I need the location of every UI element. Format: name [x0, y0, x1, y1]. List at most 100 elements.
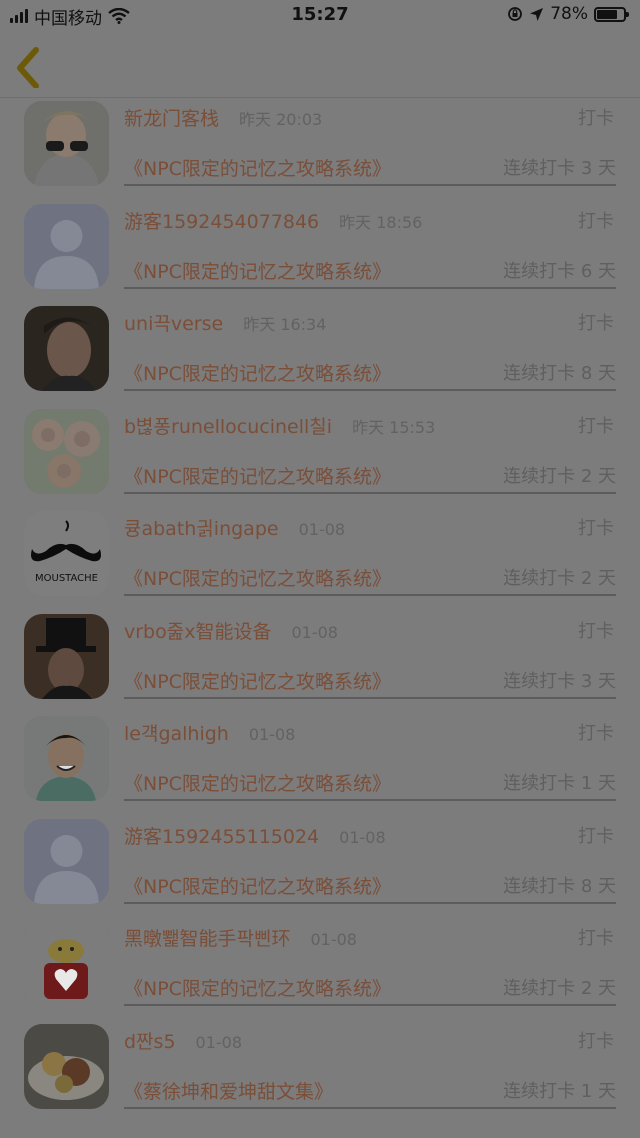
checkin-button[interactable]: 打卡 — [578, 719, 614, 745]
name-line: 黑暾뾅智能手팍삔环 01-08 — [124, 924, 357, 950]
checkin-time: 01-08 — [195, 1032, 243, 1052]
book-title[interactable]: 《蔡徐坤和爱坤甜文集》 — [124, 1077, 333, 1104]
checkin-button[interactable]: 打卡 — [578, 309, 614, 335]
avatar[interactable] — [24, 408, 109, 494]
list-item[interactable]: 游客1592454077846 昨天 18:56 打卡 《NPC限定的记忆之攻略… — [0, 201, 640, 304]
user-name[interactable]: b볂퐁runellocucinell칠i — [124, 412, 332, 439]
avatar[interactable] — [24, 716, 109, 801]
checkin-time: 昨天 15:53 — [352, 417, 436, 437]
checkin-time: 01-08 — [339, 827, 386, 847]
user-name[interactable]: 黑暾뾅智能手팍삔环 — [124, 924, 290, 951]
list-item[interactable]: MOUSTACHE 큥abath긝ingape 01-08 打卡 《NPC限定的… — [0, 508, 640, 611]
book-title[interactable]: 《NPC限定的记忆之攻略系统》 — [124, 872, 391, 899]
checkin-time: 昨天 16:34 — [243, 315, 327, 334]
user-name[interactable]: 游客1592455115024 — [124, 822, 319, 849]
name-line: vrbo줊x智能设备 01-08 — [124, 617, 338, 643]
avatar[interactable] — [24, 818, 109, 904]
checkin-time: 01-08 — [248, 725, 296, 744]
checkin-button[interactable]: 打卡 — [578, 514, 614, 540]
checkin-button[interactable]: 打卡 — [578, 207, 614, 233]
name-line: 新龙门客栈 昨天 20:03 — [124, 104, 322, 130]
book-title[interactable]: 《NPC限定的记忆之攻略系统》 — [124, 564, 391, 591]
checkin-time: 01-08 — [310, 930, 357, 949]
book-title[interactable]: 《NPC限定的记忆之攻略系统》 — [124, 154, 391, 181]
user-name[interactable]: vrbo줊x智能设备 — [124, 617, 271, 644]
user-name[interactable]: uni끅verse — [124, 309, 223, 336]
status-bar: 中国移动 15:27 78% — [0, 0, 640, 32]
orientation-lock-icon — [508, 7, 523, 21]
list-item[interactable]: 黑暾뾅智能手팍삔环 01-08 打卡 《NPC限定的记忆之攻略系统》 连续打卡 … — [0, 918, 640, 1021]
book-line: 《NPC限定的记忆之攻略系统》 连续打卡 8 天 — [124, 359, 616, 391]
book-line: 《NPC限定的记忆之攻略系统》 连续打卡 3 天 — [124, 154, 616, 186]
streak-count: 连续打卡 8 天 — [503, 875, 616, 897]
status-right: 78% — [507, 4, 630, 24]
book-line: 《蔡徐坤和爱坤甜文集》 连续打卡 1 天 — [124, 1077, 616, 1109]
streak-count: 连续打卡 6 天 — [503, 260, 616, 282]
checkin-time: 昨天 20:03 — [239, 110, 323, 129]
user-name[interactable]: le걕galhigh — [124, 719, 229, 746]
streak-count: 连续打卡 8 天 — [503, 363, 616, 384]
checkin-list: 新龙门客栈 昨天 20:03 打卡 《NPC限定的记忆之攻略系统》 连续打卡 3… — [0, 98, 640, 1123]
name-line: 游客1592454077846 昨天 18:56 — [124, 207, 422, 233]
book-title[interactable]: 《NPC限定的记忆之攻略系统》 — [124, 257, 391, 284]
name-line: b볂퐁runellocucinell칠i 昨天 15:53 — [124, 412, 435, 438]
navigation-bar — [0, 32, 640, 98]
checkin-button[interactable]: 打卡 — [578, 617, 614, 643]
streak-count: 连续打卡 2 天 — [503, 978, 616, 999]
checkin-button[interactable]: 打卡 — [578, 924, 614, 950]
avatar[interactable] — [24, 1023, 109, 1109]
avatar[interactable] — [24, 921, 109, 1006]
name-line: d짠s5 01-08 — [124, 1027, 242, 1053]
book-title[interactable]: 《NPC限定的记忆之攻略系统》 — [124, 462, 391, 489]
name-line: uni끅verse 昨天 16:34 — [124, 309, 326, 335]
battery-fill — [597, 9, 618, 19]
checkin-time: 昨天 18:56 — [339, 212, 423, 232]
checkin-button[interactable]: 打卡 — [578, 104, 614, 130]
book-title[interactable]: 《NPC限定的记忆之攻略系统》 — [124, 667, 391, 694]
list-item[interactable]: vrbo줊x智能设备 01-08 打卡 《NPC限定的记忆之攻略系统》 连续打卡… — [0, 611, 640, 714]
list-item[interactable]: d짠s5 01-08 打卡 《蔡徐坤和爱坤甜文集》 连续打卡 1 天 — [0, 1021, 640, 1124]
avatar[interactable] — [24, 306, 109, 391]
checkin-button[interactable]: 打卡 — [578, 412, 614, 438]
list-item[interactable]: 游客1592455115024 01-08 打卡 《NPC限定的记忆之攻略系统》… — [0, 816, 640, 919]
battery-percent: 78% — [550, 4, 588, 24]
list-item[interactable]: b볂퐁runellocucinell칠i 昨天 15:53 打卡 《NPC限定的… — [0, 406, 640, 509]
book-title[interactable]: 《NPC限定的记忆之攻略系统》 — [124, 769, 391, 796]
streak-count: 连续打卡 1 天 — [503, 773, 616, 794]
avatar[interactable] — [24, 101, 109, 186]
name-line: 큥abath긝ingape 01-08 — [124, 514, 345, 540]
checkin-time: 01-08 — [298, 520, 346, 539]
book-title[interactable]: 《NPC限定的记忆之攻略系统》 — [124, 974, 391, 1001]
user-name[interactable]: 游客1592454077846 — [124, 207, 319, 234]
streak-count: 连续打卡 1 天 — [503, 1080, 616, 1102]
book-line: 《NPC限定的记忆之攻略系统》 连续打卡 2 天 — [124, 462, 616, 494]
user-name[interactable]: d짠s5 — [124, 1027, 176, 1054]
chevron-left-icon — [17, 47, 39, 89]
book-line: 《NPC限定的记忆之攻略系统》 连续打卡 2 天 — [124, 564, 616, 596]
book-line: 《NPC限定的记忆之攻略系统》 连续打卡 1 天 — [124, 769, 616, 801]
user-name[interactable]: 新龙门客栈 — [124, 104, 219, 131]
list-item[interactable]: uni끅verse 昨天 16:34 打卡 《NPC限定的记忆之攻略系统》 连续… — [0, 303, 640, 406]
streak-count: 连续打卡 2 天 — [503, 465, 616, 487]
back-button[interactable] — [10, 40, 50, 89]
streak-count: 连续打卡 3 天 — [503, 158, 616, 179]
name-line: 游客1592455115024 01-08 — [124, 822, 386, 848]
list-item[interactable]: 新龙门客栈 昨天 20:03 打卡 《NPC限定的记忆之攻略系统》 连续打卡 3… — [0, 98, 640, 201]
svg-text:MOUSTACHE: MOUSTACHE — [35, 573, 98, 584]
book-line: 《NPC限定的记忆之攻略系统》 连续打卡 6 天 — [124, 257, 616, 289]
avatar[interactable]: MOUSTACHE — [24, 511, 109, 596]
book-line: 《NPC限定的记忆之攻略系统》 连续打卡 3 天 — [124, 667, 616, 699]
avatar[interactable] — [24, 613, 109, 699]
book-title[interactable]: 《NPC限定的记忆之攻略系统》 — [124, 359, 391, 386]
location-icon — [530, 7, 544, 21]
list-item[interactable]: le걕galhigh 01-08 打卡 《NPC限定的记忆之攻略系统》 连续打卡… — [0, 713, 640, 816]
avatar[interactable] — [24, 203, 109, 289]
streak-count: 连续打卡 2 天 — [503, 568, 616, 589]
book-line: 《NPC限定的记忆之攻略系统》 连续打卡 8 天 — [124, 872, 616, 904]
name-line: le걕galhigh 01-08 — [124, 719, 295, 745]
checkin-time: 01-08 — [291, 622, 338, 642]
user-name[interactable]: 큥abath긝ingape — [124, 514, 279, 541]
checkin-button[interactable]: 打卡 — [578, 1027, 614, 1053]
battery-icon — [594, 6, 629, 22]
checkin-button[interactable]: 打卡 — [578, 822, 614, 848]
